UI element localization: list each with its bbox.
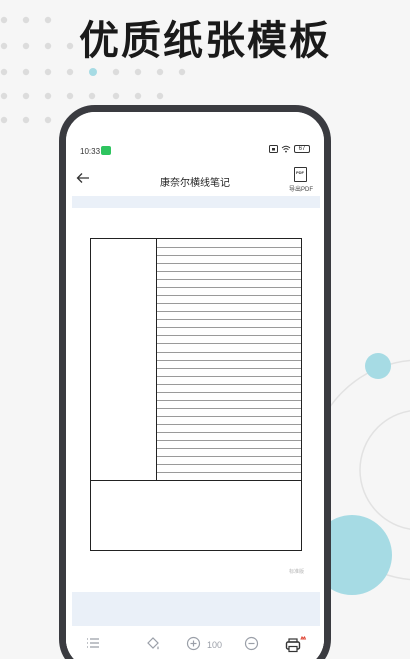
ruled-line (157, 375, 301, 377)
bottom-band (72, 592, 320, 626)
phone-frame: 10:33 67 康奈尔横线笔记 PDF 导出PDF 标准版 100 (59, 105, 331, 659)
ruled-line (157, 439, 301, 441)
print-button[interactable] (285, 635, 307, 654)
summary-section (91, 480, 301, 550)
pdf-icon-text: PDF (296, 170, 304, 175)
ruled-line (157, 255, 301, 257)
list-button[interactable] (86, 636, 100, 654)
ruled-line (157, 287, 301, 289)
ruled-line (157, 359, 301, 361)
phone-screen: 10:33 67 康奈尔横线笔记 PDF 导出PDF 标准版 100 (66, 112, 324, 659)
sim-icon (269, 145, 278, 153)
export-pdf-button[interactable]: PDF 导出PDF (286, 167, 316, 195)
status-time: 10:33 (80, 147, 101, 156)
fill-icon (147, 637, 159, 650)
export-pdf-label: 导出PDF (288, 187, 313, 193)
app-header: 康奈尔横线笔记 PDF 导出PDF (66, 164, 324, 194)
ruled-line (157, 311, 301, 313)
pdf-file-icon: PDF (294, 167, 307, 182)
ruled-line (157, 367, 301, 369)
page-mark: 标准版 (288, 569, 304, 575)
bottom-toolbar: 100 (66, 626, 324, 659)
cue-column (91, 239, 157, 480)
zoom-value: 100 (207, 640, 223, 650)
cornell-template (90, 238, 302, 551)
ruled-line (157, 271, 301, 273)
ruled-line (157, 263, 301, 265)
ruled-line (157, 351, 301, 353)
ruled-line (157, 343, 301, 345)
wifi-icon (281, 145, 291, 153)
status-bar: 10:33 67 (66, 144, 324, 160)
notes-column (157, 239, 301, 480)
ruled-line (157, 383, 301, 385)
ruled-line (157, 391, 301, 393)
zoom-out-button[interactable] (244, 636, 259, 654)
zoom-in-button[interactable] (186, 636, 201, 654)
status-icons: 67 (269, 145, 310, 153)
ruled-line (157, 415, 301, 417)
paper-preview: 标准版 (72, 208, 320, 588)
ruled-line (157, 447, 301, 449)
ruled-line (157, 431, 301, 433)
ruled-line (157, 279, 301, 281)
battery-icon: 67 (294, 145, 310, 153)
ruled-line (157, 463, 301, 465)
list-icon (87, 638, 99, 648)
top-band (72, 196, 320, 208)
ruled-line (157, 472, 301, 473)
ruled-line (157, 247, 301, 248)
ruled-line (157, 327, 301, 329)
promo-title: 优质纸张模板 (79, 18, 331, 64)
ruled-line (157, 295, 301, 297)
print-icon (285, 635, 307, 653)
ruled-line (157, 399, 301, 401)
ruled-line (157, 423, 301, 425)
ruled-line (157, 407, 301, 409)
ruled-line (157, 303, 301, 305)
fill-button[interactable] (145, 636, 161, 654)
zoom-in-icon (186, 636, 201, 651)
ruled-line (157, 319, 301, 321)
wechat-notification-icon (101, 146, 111, 155)
ruled-line (157, 335, 301, 337)
ruled-line (157, 455, 301, 457)
zoom-out-icon (244, 636, 259, 651)
